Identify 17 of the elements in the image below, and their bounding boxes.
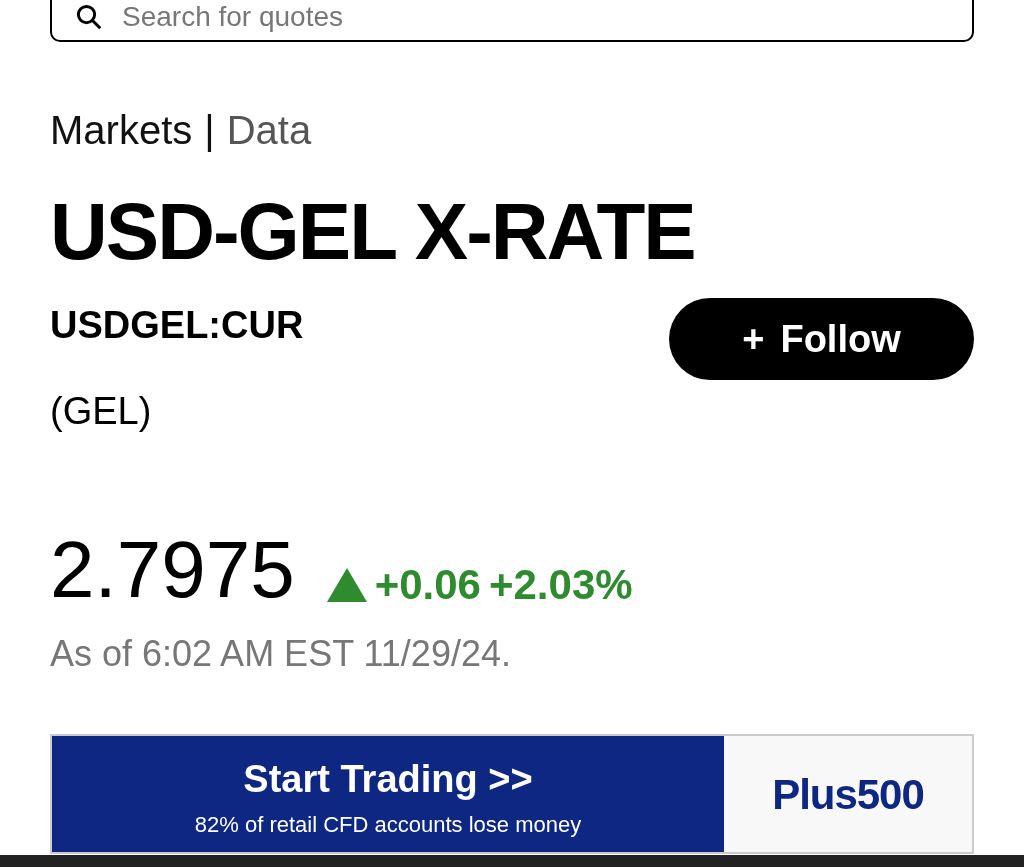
ticker-symbol: USDGEL:CUR (50, 306, 304, 344)
follow-button[interactable]: + Follow (669, 298, 974, 380)
timestamp: As of 6:02 AM EST 11/29/24. (50, 636, 512, 672)
breadcrumb-separator: | (204, 110, 215, 150)
search-icon (74, 2, 104, 32)
breadcrumb-link[interactable]: Data (226, 110, 312, 150)
ad-headline: Start Trading >> (243, 760, 533, 798)
search-field[interactable]: Search for quotes (50, 0, 974, 42)
breadcrumb-link[interactable]: Markets (50, 110, 193, 150)
brand-logo: Plus500 (772, 769, 924, 820)
price: 2.7975 (50, 530, 295, 610)
ad-disclaimer: 82% of retail CFD accounts lose money (194, 814, 582, 836)
currency-label: (GEL) (50, 392, 153, 430)
price-change: +0.06 (374, 564, 481, 606)
ad-banner[interactable]: Start Trading >> 82% of retail CFD accounts lose money Plus500 (50, 734, 974, 854)
page-title: USD-GEL X-RATE (50, 192, 696, 272)
percent-change: +2.03% (488, 564, 633, 606)
